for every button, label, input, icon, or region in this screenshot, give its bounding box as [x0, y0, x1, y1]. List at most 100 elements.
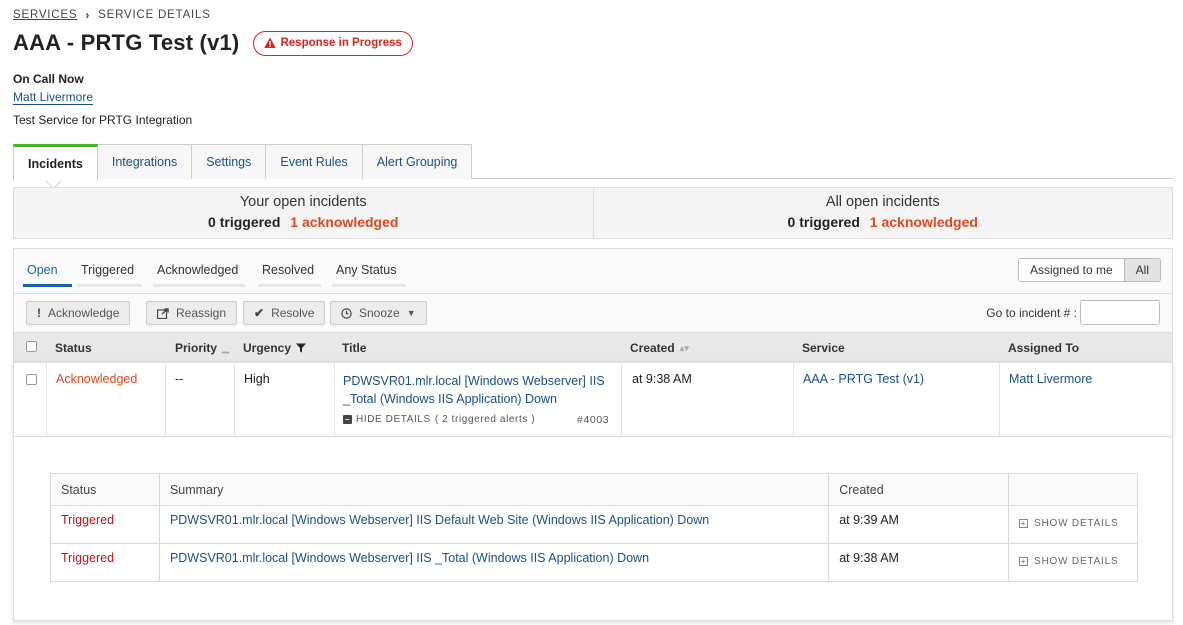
alert-row: Triggered PDWSVR01.mlr.local [Windows We… — [50, 505, 1138, 544]
breadcrumb-current: SERVICE DETAILS — [98, 9, 211, 21]
incident-number: #4003 — [577, 414, 610, 426]
exclamation-icon: ! — [37, 306, 41, 320]
clock-icon — [341, 307, 352, 319]
filter-any-status[interactable]: Any Status — [336, 263, 396, 277]
alerts-column-status: Status — [50, 473, 160, 506]
alerts-column-summary: Summary — [158, 473, 830, 506]
alerts-count-note: ( 2 triggered alerts ) — [434, 414, 536, 425]
column-urgency[interactable]: Urgency — [243, 341, 307, 355]
page-title: AAA - PRTG Test (v1) — [13, 30, 240, 55]
share-icon — [157, 307, 169, 319]
hide-details-toggle[interactable]: – HIDE DETAILS ( 2 triggered alerts ) — [343, 414, 535, 425]
oncall-label: On Call Now — [13, 72, 84, 86]
alert-summary-link[interactable]: PDWSVR01.mlr.local [Windows Webserver] I… — [158, 543, 830, 582]
incident-row[interactable]: Acknowledged -- High PDWSVR01.mlr.local … — [13, 362, 1173, 438]
filter-icon — [296, 343, 307, 353]
select-all-checkbox[interactable] — [26, 341, 37, 352]
alerts-column-actions — [1008, 473, 1138, 506]
bulk-actions: ! Acknowledge Reassign ✔ Resolve Snooze … — [14, 294, 1172, 332]
cell-divider — [334, 363, 335, 438]
plus-square-icon: + — [1019, 557, 1029, 566]
all-toggle[interactable]: All — [1123, 259, 1160, 281]
alert-status: Triggered — [50, 543, 160, 582]
sort-icon: ▴▾ — [679, 342, 689, 353]
reassign-button[interactable]: Reassign — [146, 301, 238, 325]
goto-incident-input[interactable] — [1080, 300, 1160, 325]
cell-divider — [234, 363, 235, 438]
all-incidents-summary: All open incidents 0 triggered 1 acknowl… — [592, 188, 1173, 238]
sort-icon: ▁ — [222, 342, 229, 353]
filter-acknowledged[interactable]: Acknowledged — [157, 263, 238, 277]
filter-triggered-indicator — [77, 284, 142, 287]
column-service[interactable]: Service — [802, 341, 845, 355]
filter-open[interactable]: Open — [27, 263, 58, 277]
alert-actions-cell: + SHOW DETAILS — [1008, 543, 1138, 582]
resolve-button[interactable]: ✔ Resolve — [243, 301, 326, 325]
alerts-column-created: Created — [828, 473, 1010, 506]
breadcrumb: SERVICES › SERVICE DETAILS — [13, 8, 211, 22]
your-triggered-count[interactable]: 0 triggered — [208, 214, 280, 230]
filter-acknowledged-indicator — [153, 284, 245, 287]
show-details-label: SHOW DETAILS — [1034, 556, 1119, 567]
column-created-label: Created — [630, 341, 675, 355]
reassign-label: Reassign — [176, 306, 227, 320]
filter-triggered[interactable]: Triggered — [81, 263, 134, 277]
alert-status: Triggered — [50, 505, 160, 544]
alert-actions-cell: + SHOW DETAILS — [1008, 505, 1138, 544]
service-description: Test Service for PRTG Integration — [13, 113, 193, 127]
cell-divider — [621, 363, 622, 438]
incident-status: Acknowledged — [56, 372, 138, 386]
alert-created: at 9:39 AM — [828, 505, 1010, 544]
title-row: AAA - PRTG Test (v1) Response in Progres… — [13, 30, 413, 56]
status-badge: Response in Progress — [253, 30, 413, 56]
status-filters: Open Triggered Acknowledged Resolved Any… — [14, 249, 1172, 294]
acknowledge-label: Acknowledge — [48, 306, 120, 320]
tab-alert-grouping[interactable]: Alert Grouping — [361, 144, 473, 179]
incident-checkbox[interactable] — [26, 374, 37, 385]
goto-incident-label: Go to incident # : — [986, 305, 1077, 320]
oncall-user-link[interactable]: Matt Livermore — [13, 90, 94, 105]
your-acknowledged-count[interactable]: 1 acknowledged — [290, 214, 398, 230]
alert-summary-link[interactable]: PDWSVR01.mlr.local [Windows Webserver] I… — [158, 505, 830, 544]
assignment-toggle: Assigned to me All — [1017, 258, 1161, 282]
goto-incident: Go to incident # : — [986, 300, 1160, 325]
incident-title-link[interactable]: PDWSVR01.mlr.local [Windows Webserver] I… — [343, 372, 613, 408]
filter-resolved[interactable]: Resolved — [262, 263, 314, 277]
filter-any-status-indicator — [332, 284, 406, 287]
your-incidents-summary: Your open incidents 0 triggered 1 acknow… — [14, 188, 593, 238]
checkmark-icon: ✔ — [254, 306, 265, 320]
show-details-button[interactable]: + SHOW DETAILS — [1019, 556, 1127, 567]
your-incidents-heading: Your open incidents — [239, 194, 367, 210]
show-details-button[interactable]: + SHOW DETAILS — [1019, 518, 1127, 529]
tab-incidents[interactable]: Incidents — [13, 144, 98, 180]
cell-divider — [165, 363, 166, 438]
incidents-table-header: Status Priority ▁ Urgency Title Created ▴▾… — [14, 332, 1172, 362]
column-priority[interactable]: Priority ▁ — [175, 341, 229, 355]
minus-square-icon: – — [343, 415, 352, 424]
acknowledge-button[interactable]: ! Acknowledge — [26, 301, 131, 325]
incident-urgency: High — [244, 372, 270, 386]
column-status[interactable]: Status — [55, 341, 92, 355]
tab-event-rules[interactable]: Event Rules — [265, 144, 363, 179]
filter-resolved-indicator — [258, 284, 321, 287]
alert-row: Triggered PDWSVR01.mlr.local [Windows We… — [50, 543, 1138, 582]
snooze-label: Snooze — [359, 306, 400, 320]
all-incidents-heading: All open incidents — [825, 194, 940, 210]
tab-integrations[interactable]: Integrations — [96, 144, 193, 179]
all-acknowledged-count[interactable]: 1 acknowledged — [870, 214, 978, 230]
column-priority-label: Priority — [175, 341, 218, 355]
snooze-button[interactable]: Snooze ▼ — [330, 301, 427, 325]
incident-assignee-link[interactable]: Matt Livermore — [1009, 372, 1092, 386]
alerts-table: Status Summary Created Triggered PDWSVR0… — [50, 473, 1138, 582]
incident-priority: -- — [175, 372, 184, 386]
tab-settings[interactable]: Settings — [191, 144, 267, 179]
all-triggered-count[interactable]: 0 triggered — [788, 214, 860, 230]
column-assigned-to[interactable]: Assigned To — [1008, 341, 1079, 355]
incident-service-link[interactable]: AAA - PRTG Test (v1) — [803, 372, 924, 386]
breadcrumb-services-link[interactable]: SERVICES — [13, 9, 77, 21]
cell-divider — [46, 363, 47, 438]
column-title[interactable]: Title — [342, 341, 366, 355]
column-created[interactable]: Created ▴▾ — [630, 341, 689, 355]
assigned-to-me-toggle[interactable]: Assigned to me — [1018, 259, 1124, 281]
status-badge-label: Response in Progress — [280, 37, 402, 49]
